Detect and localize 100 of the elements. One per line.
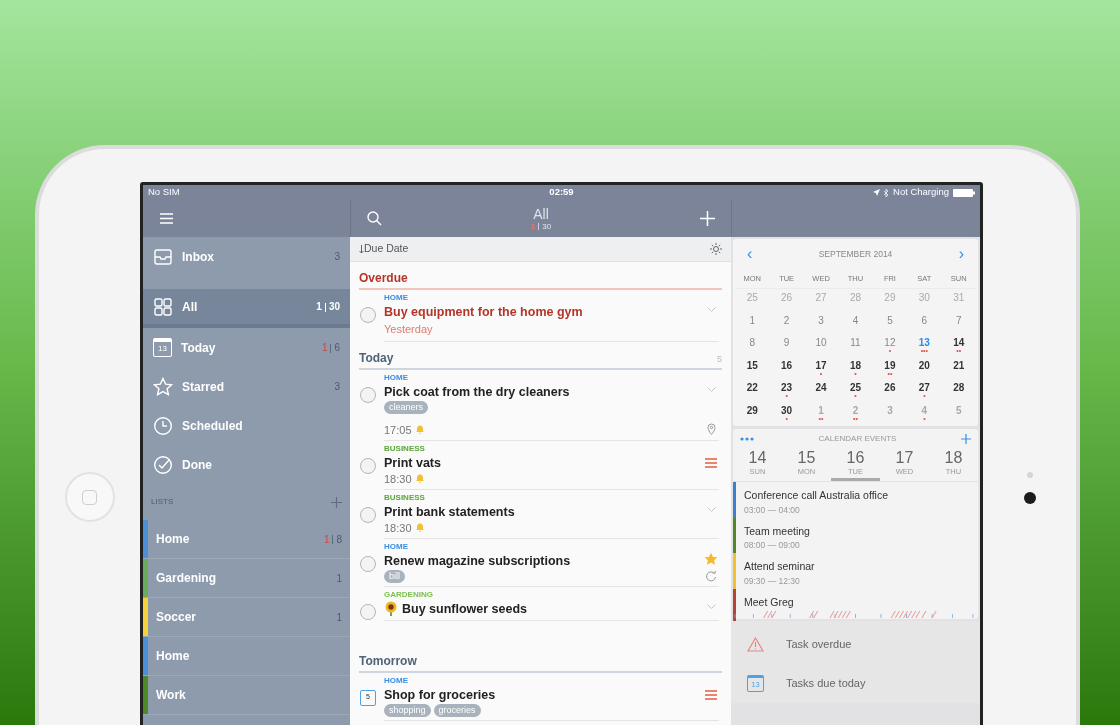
previous-month-button[interactable]: ‹: [747, 246, 753, 262]
chevron-down-icon[interactable]: [706, 506, 716, 512]
calendar-day[interactable]: 5: [941, 401, 976, 424]
list-item[interactable]: Gardening 1: [143, 559, 350, 598]
task-checkbox[interactable]: [360, 555, 376, 572]
calendar-day[interactable]: 22: [735, 379, 770, 402]
task-row[interactable]: HOME Renew magazine subscriptions bill: [350, 538, 731, 587]
calendar-day[interactable]: 2: [769, 311, 804, 334]
task-checkbox[interactable]: [360, 506, 376, 523]
chevron-down-icon[interactable]: [706, 307, 716, 312]
event-time: 09:30 — 12:30: [744, 574, 801, 588]
calendar-day[interactable]: 21: [941, 356, 976, 379]
list-item[interactable]: Soccer 1: [143, 598, 350, 637]
grid-icon: [153, 296, 173, 317]
calendar-day[interactable]: 9: [769, 334, 804, 357]
calendar-day[interactable]: 11: [838, 334, 873, 357]
section-count: 5: [717, 353, 722, 366]
task-list-label: BUSINESS: [384, 443, 425, 454]
list-item[interactable]: Work: [143, 676, 350, 715]
calendar-event[interactable]: Conference call Australia office 03:00 — 04:00: [733, 482, 978, 518]
task-checkbox[interactable]: [360, 603, 376, 620]
task-list-label: HOME: [384, 293, 408, 303]
item-count: 1: [336, 610, 342, 625]
task-row[interactable]: HOME Pick coat from the dry cleaners cleaners 17:05: [350, 369, 731, 441]
task-checkbox[interactable]: [360, 457, 376, 474]
warning-icon: [747, 637, 764, 652]
item-count: 3: [334, 380, 340, 394]
sidebar-item[interactable]: 13 Today 1 6: [143, 328, 350, 367]
calendar-icon: 13: [153, 338, 172, 357]
calendar-day[interactable]: 16: [769, 356, 804, 379]
calendar-day[interactable]: 29: [735, 401, 770, 424]
calendar-day[interactable]: 20: [907, 356, 942, 379]
task-row[interactable]: BUSINESS Print vats 18:30: [350, 440, 731, 490]
chevron-down-icon[interactable]: [706, 603, 716, 609]
more-icon[interactable]: [740, 437, 754, 441]
task-title: Buy equipment for the home gym: [384, 304, 583, 320]
star-icon[interactable]: [704, 551, 718, 566]
brightness-icon[interactable]: [710, 243, 722, 255]
task-list-label: HOME: [384, 541, 408, 552]
sidebar-item[interactable]: All 1 30: [143, 289, 350, 328]
calendar-day[interactable]: 25: [735, 289, 770, 312]
task-row[interactable]: GARDENING Buy sunflower seeds: [350, 586, 731, 621]
calendar-day[interactable]: 6: [907, 311, 942, 334]
task-row[interactable]: HOME Buy equipment for the home gym Yesterday: [350, 290, 731, 342]
calendar-event[interactable]: Team meeting 08:00 — 09:00: [733, 517, 978, 553]
calendar-day[interactable]: 30: [907, 289, 942, 312]
task-checkbox[interactable]: [360, 386, 376, 403]
calendar-event[interactable]: Meet Greg: [733, 588, 978, 624]
task-list-label: GARDENING: [384, 589, 433, 600]
sort-bar[interactable]: Due Date: [350, 237, 731, 262]
calendar-day[interactable]: 26: [769, 289, 804, 312]
task-row[interactable]: BUSINESS Print bank statements 18:30: [350, 489, 731, 539]
chevron-down-icon[interactable]: [706, 386, 716, 392]
sidebar-item[interactable]: Starred 3: [143, 367, 350, 406]
search-icon[interactable]: [367, 211, 382, 226]
calendar-day[interactable]: 28: [838, 289, 873, 312]
calendar-day[interactable]: 28: [941, 379, 976, 402]
calendar-day[interactable]: 24: [803, 379, 839, 402]
task-title: Renew magazine subscriptions: [384, 552, 571, 569]
task-checkbox[interactable]: [360, 307, 376, 323]
calendar-day[interactable]: 7: [941, 311, 976, 334]
alert-row[interactable]: Task overdue: [731, 625, 980, 664]
home-button[interactable]: [64, 472, 115, 522]
calendar-day[interactable]: 27: [803, 289, 839, 312]
calendar-day[interactable]: 8: [735, 334, 770, 357]
events-title: CALENDAR EVENTS: [817, 433, 898, 445]
calendar-day[interactable]: 5: [872, 311, 908, 334]
sidebar-item[interactable]: Scheduled: [143, 406, 350, 445]
calendar-day[interactable]: 15: [735, 356, 770, 379]
bluetooth-icon: [884, 188, 889, 197]
sidebar-item[interactable]: Inbox 3: [143, 237, 350, 276]
lists-heading: LISTS: [151, 496, 174, 508]
calendar-day[interactable]: 3: [872, 401, 908, 424]
calendar-day[interactable]: 10: [803, 334, 839, 357]
tag[interactable]: cleaners: [384, 400, 429, 414]
menu-icon[interactable]: [160, 213, 173, 224]
item-count: 1: [336, 571, 342, 586]
tag[interactable]: groceries: [433, 703, 481, 717]
list-item[interactable]: Home 1 8: [143, 520, 350, 559]
task-title: Shop for groceries: [384, 686, 496, 703]
calendar-day[interactable]: 4: [838, 311, 873, 334]
calendar-day[interactable]: 1: [735, 311, 770, 334]
add-icon[interactable]: [331, 496, 342, 508]
clock-icon: [153, 415, 173, 436]
sidebar-item[interactable]: Done: [143, 445, 350, 484]
calendar-day[interactable]: 3: [803, 311, 839, 334]
add-icon[interactable]: [961, 434, 971, 444]
alert-label: Task overdue: [786, 637, 852, 653]
event-title: Meet Greg: [744, 594, 794, 610]
event-title: Team meeting: [744, 523, 810, 539]
carrier-label: No SIM: [148, 185, 180, 200]
calendar-day[interactable]: 31: [941, 289, 976, 312]
tag[interactable]: shopping: [384, 703, 431, 717]
clock-time: 02:59: [549, 185, 574, 200]
calendar-day[interactable]: 29: [872, 289, 908, 312]
next-month-button[interactable]: ›: [958, 246, 964, 262]
list-item[interactable]: Home: [143, 637, 350, 676]
tag[interactable]: bill: [384, 569, 405, 583]
calendar-day[interactable]: 26: [872, 379, 908, 402]
calendar-event[interactable]: Attend seminar 09:30 — 12:30: [733, 553, 978, 589]
